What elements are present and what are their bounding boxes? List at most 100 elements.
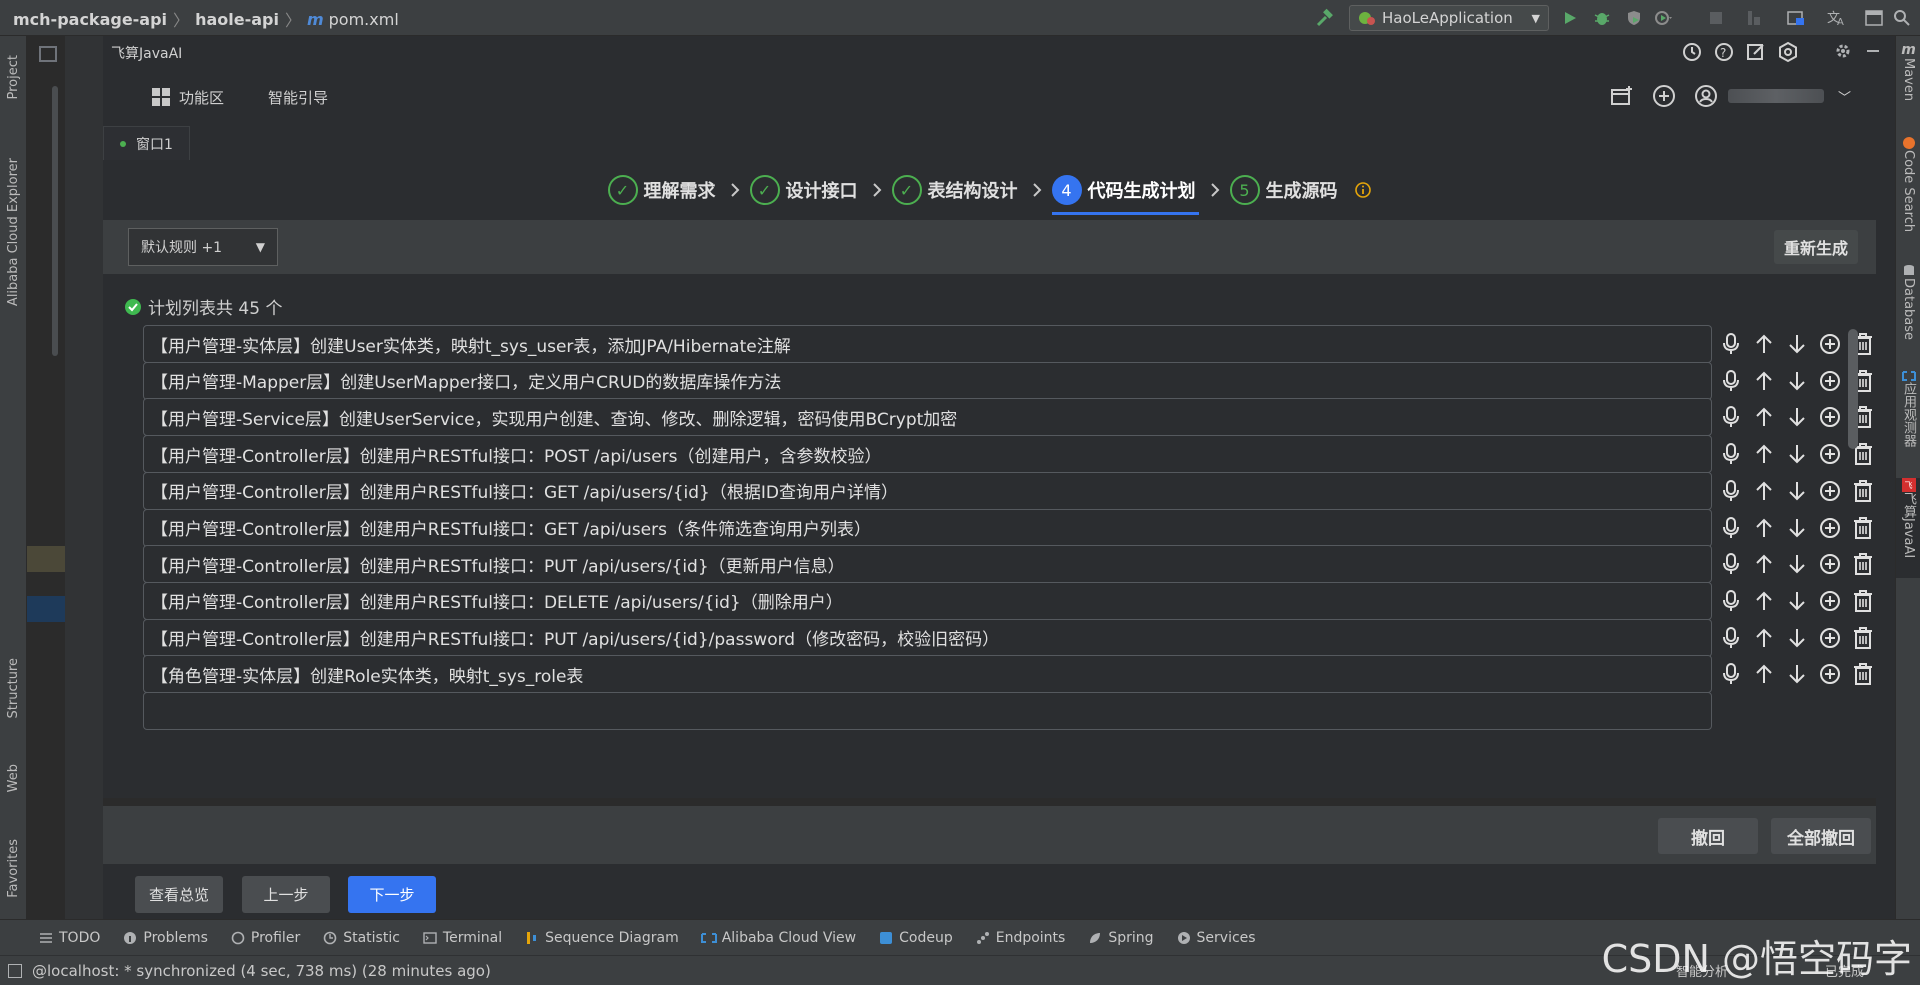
tab-alibaba-cloud-view[interactable]: Alibaba Cloud View (700, 930, 856, 946)
tab-sequence-diagram[interactable]: Sequence Diagram (524, 930, 679, 946)
plan-item-input[interactable]: 【用户管理-实体层】创建User实体类，映射t_sys_user表，添加JPA/… (143, 325, 1712, 363)
arrow-up-icon[interactable] (1751, 403, 1777, 431)
plan-scroll-thumb[interactable] (1848, 329, 1858, 449)
plan-item-input[interactable]: 【用户管理-Controller层】创建用户RESTful接口：POST /ap… (143, 435, 1712, 474)
minimize-icon[interactable] (1863, 41, 1883, 63)
coverage-icon[interactable] (1622, 6, 1646, 30)
project-structure-icon[interactable] (1784, 6, 1808, 30)
panel-toggle-icon[interactable] (39, 46, 57, 62)
next-step-button[interactable]: 下一步 (348, 876, 436, 913)
tab-codeup[interactable]: Codeup (878, 930, 953, 946)
tab-endpoints[interactable]: Endpoints (975, 930, 1065, 946)
breadcrumb-project[interactable]: mch-package-api (13, 10, 167, 29)
plan-scrollbar[interactable] (1848, 329, 1858, 794)
mic-icon[interactable] (1718, 330, 1744, 358)
help-icon[interactable]: ? (1713, 41, 1735, 63)
plan-item-input[interactable] (143, 692, 1712, 730)
tab-structure[interactable]: Structure (0, 648, 27, 728)
mic-icon[interactable] (1718, 440, 1744, 468)
arrow-down-icon[interactable] (1784, 477, 1810, 505)
tab-favorites[interactable]: Favorites (0, 828, 27, 908)
add-circle-icon[interactable] (1652, 84, 1676, 108)
tab-statistic[interactable]: Statistic (322, 930, 400, 946)
arrow-down-icon[interactable] (1784, 440, 1810, 468)
arrow-up-icon[interactable] (1751, 330, 1777, 358)
smart-guide-link[interactable]: 智能引导 (268, 87, 328, 108)
mic-icon[interactable] (1718, 367, 1744, 395)
plan-item-input[interactable]: 【用户管理-Controller层】创建用户RESTful接口：DELETE /… (143, 581, 1712, 620)
add-circle-icon[interactable] (1817, 367, 1843, 395)
stop-icon[interactable] (1704, 6, 1728, 30)
run-config-select[interactable]: HaoLeApplication ▼ (1349, 5, 1549, 31)
arrow-down-icon[interactable] (1784, 403, 1810, 431)
attach-debugger-icon[interactable] (1742, 6, 1766, 30)
mic-icon[interactable] (1718, 624, 1744, 652)
arrow-down-icon[interactable] (1784, 514, 1810, 542)
arrow-down-icon[interactable] (1784, 624, 1810, 652)
add-circle-icon[interactable] (1817, 403, 1843, 431)
tab-app-observer[interactable]: 应用观测器 (1896, 370, 1920, 447)
tab-web[interactable]: Web (0, 748, 27, 808)
toggle-tool-windows-icon[interactable] (8, 963, 22, 978)
add-circle-icon[interactable] (1817, 330, 1843, 358)
undo-button[interactable]: 撤回 (1658, 818, 1758, 854)
arrow-up-icon[interactable] (1751, 624, 1777, 652)
arrow-down-icon[interactable] (1784, 587, 1810, 615)
arrow-up-icon[interactable] (1751, 514, 1777, 542)
arrow-up-icon[interactable] (1751, 587, 1777, 615)
settings-hex-icon[interactable] (1777, 41, 1799, 63)
mic-icon[interactable] (1718, 550, 1744, 578)
plan-item-input[interactable]: 【用户管理-Controller层】创建用户RESTful接口：GET /api… (143, 471, 1712, 510)
plan-item-input[interactable]: 【角色管理-实体层】创建Role实体类，映射t_sys_role表 (143, 655, 1712, 694)
tab-todo[interactable]: TODO (38, 930, 100, 946)
plan-item-input[interactable]: 【用户管理-Controller层】创建用户RESTful接口：GET /api… (143, 508, 1712, 547)
edit-icon[interactable] (1745, 41, 1767, 63)
plan-item-input[interactable]: 【用户管理-Mapper层】创建UserMapper接口，定义用户CRUD的数据… (143, 361, 1712, 400)
arrow-up-icon[interactable] (1751, 367, 1777, 395)
tab-database[interactable]: Database (1896, 264, 1920, 340)
step-generate-source[interactable]: 5 生成源码 (1229, 160, 1372, 220)
plan-item-input[interactable]: 【用户管理-Service层】创建UserService，实现用户创建、查询、修… (143, 398, 1712, 437)
tab-maven[interactable]: m Maven (1896, 42, 1920, 101)
run-icon[interactable] (1558, 6, 1582, 30)
func-area-button[interactable]: 功能区 (151, 87, 224, 108)
tab-problems[interactable]: Problems (122, 930, 208, 946)
step-design-api[interactable]: ✓ 设计接口 (749, 160, 892, 220)
add-circle-icon[interactable] (1817, 477, 1843, 505)
translate-icon[interactable]: 文A (1824, 6, 1848, 30)
plan-item-input[interactable]: 【用户管理-Controller层】创建用户RESTful接口：PUT /api… (143, 618, 1712, 657)
arrow-down-icon[interactable] (1784, 660, 1810, 688)
add-circle-icon[interactable] (1817, 587, 1843, 615)
mic-icon[interactable] (1718, 477, 1744, 505)
step-understand[interactable]: ✓ 理解需求 (607, 160, 750, 220)
undo-all-button[interactable]: 全部撤回 (1771, 818, 1871, 854)
tab-services[interactable]: Services (1176, 930, 1256, 946)
step-code-plan[interactable]: 4 代码生成计划 (1051, 160, 1230, 220)
layout-icon[interactable] (1862, 6, 1886, 30)
info-icon[interactable] (1354, 181, 1372, 199)
tab-window1[interactable]: 窗口1 (103, 126, 190, 160)
arrow-up-icon[interactable] (1751, 440, 1777, 468)
prev-step-button[interactable]: 上一步 (242, 876, 330, 913)
rules-select[interactable]: 默认规则 +1 ▼ (128, 228, 278, 266)
tab-feisuan-javaai[interactable]: 飞 飞算JavaAI (1896, 478, 1920, 578)
plan-item-input[interactable]: 【用户管理-Controller层】创建用户RESTful接口：PUT /api… (143, 545, 1712, 584)
tab-terminal[interactable]: Terminal (422, 930, 502, 946)
add-circle-icon[interactable] (1817, 624, 1843, 652)
debug-icon[interactable] (1590, 6, 1614, 30)
mic-icon[interactable] (1718, 403, 1744, 431)
profiler-run-icon[interactable] (1652, 6, 1676, 30)
add-circle-icon[interactable] (1817, 660, 1843, 688)
arrow-up-icon[interactable] (1751, 477, 1777, 505)
breadcrumb-file[interactable]: pom.xml (329, 10, 399, 29)
tab-profiler[interactable]: Profiler (230, 930, 300, 946)
add-circle-icon[interactable] (1817, 440, 1843, 468)
user-account-menu[interactable]: ﹀ (1694, 84, 1851, 108)
add-circle-icon[interactable] (1817, 514, 1843, 542)
tab-alibaba-cloud-explorer[interactable]: Alibaba Cloud Explorer (0, 132, 27, 332)
mic-icon[interactable] (1718, 660, 1744, 688)
arrow-down-icon[interactable] (1784, 330, 1810, 358)
tab-code-search[interactable]: Code Search (1896, 136, 1920, 232)
breadcrumb-module[interactable]: haole-api (195, 10, 279, 29)
tab-project[interactable]: Project (0, 40, 27, 114)
